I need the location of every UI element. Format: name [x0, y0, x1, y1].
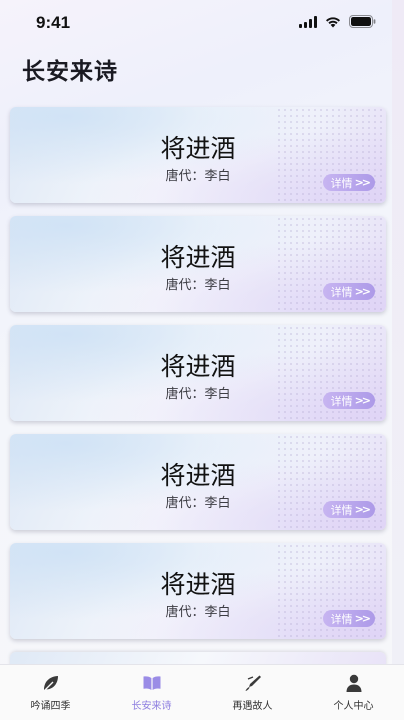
detail-button-label: 详情	[330, 503, 353, 517]
page-title: 长安来诗	[22, 59, 118, 85]
poem-title: 将进酒	[160, 570, 236, 599]
status-time: 9:41	[36, 13, 71, 32]
tab-label: 吟诵四季	[30, 701, 71, 712]
double-chevron-right-icon: >>	[354, 176, 372, 189]
bottom-tab-bar: 吟诵四季 长安来诗 再遇故人 个人中心	[0, 664, 404, 720]
tab-meet-old-friends[interactable]: 再遇故人	[202, 665, 303, 720]
pen-nib-icon	[243, 673, 263, 693]
battery-icon	[349, 15, 376, 28]
tab-label: 个人中心	[333, 701, 374, 712]
detail-button-label: 详情	[330, 285, 353, 299]
open-book-icon	[142, 673, 162, 693]
detail-button[interactable]: 详情 >>	[322, 174, 375, 191]
signal-icon	[299, 15, 317, 28]
poem-card[interactable]: 将进酒 唐代：李白 详情 >>	[10, 434, 386, 530]
detail-button[interactable]: 详情 >>	[322, 392, 375, 409]
detail-button[interactable]: 详情 >>	[322, 283, 375, 300]
detail-button-label: 详情	[330, 394, 353, 408]
double-chevron-right-icon: >>	[354, 503, 372, 516]
leaf-icon	[41, 673, 61, 693]
tab-label: 再遇故人	[232, 701, 273, 712]
poem-title: 将进酒	[160, 352, 236, 381]
double-chevron-right-icon: >>	[354, 612, 372, 625]
poem-card[interactable]: 将进酒 唐代：李白 详情 >>	[10, 325, 386, 421]
user-icon	[344, 673, 364, 693]
double-chevron-right-icon: >>	[354, 285, 372, 298]
tab-recite-seasons[interactable]: 吟诵四季	[0, 665, 101, 720]
detail-button[interactable]: 详情 >>	[322, 501, 375, 518]
poem-card[interactable]: 将进酒 唐代：李白 详情 >>	[10, 543, 386, 639]
detail-button-label: 详情	[330, 612, 353, 626]
wifi-icon	[325, 16, 341, 28]
detail-button[interactable]: 详情 >>	[322, 610, 375, 627]
status-bar: 9:41	[0, 0, 404, 46]
poem-card[interactable]: 将进酒 唐代：李白 详情 >>	[10, 216, 386, 312]
detail-button-label: 详情	[330, 176, 353, 190]
tab-personal-center[interactable]: 个人中心	[303, 665, 404, 720]
double-chevron-right-icon: >>	[354, 394, 372, 407]
status-icons	[299, 15, 376, 28]
poem-title: 将进酒	[160, 134, 236, 163]
tab-changan-poems[interactable]: 长安来诗	[101, 665, 202, 720]
poem-title: 将进酒	[160, 243, 236, 272]
tab-label: 长安来诗	[131, 701, 172, 712]
right-edge-strip	[392, 0, 404, 719]
poem-title: 将进酒	[160, 461, 236, 490]
poem-card[interactable]: 将进酒 唐代：李白 详情 >>	[10, 107, 386, 203]
